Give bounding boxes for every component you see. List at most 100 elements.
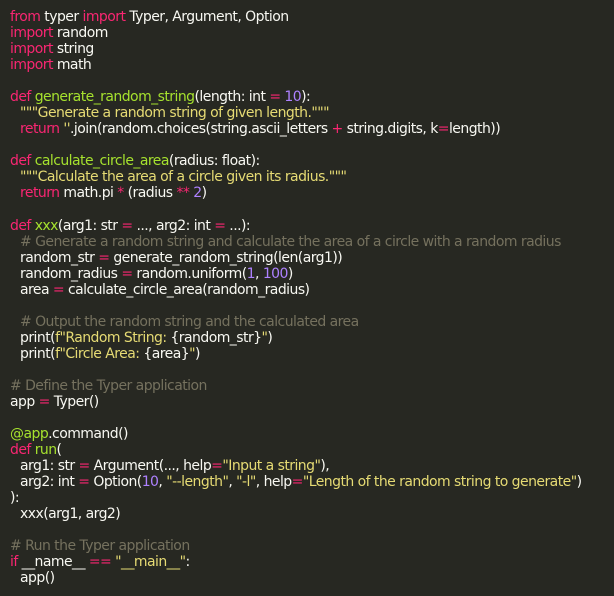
code-token-operator: + bbox=[331, 121, 344, 138]
code-token-text: print( bbox=[20, 345, 56, 362]
code-token-text: math bbox=[52, 57, 92, 73]
code-token-string: "__main__" bbox=[115, 554, 186, 571]
code-token-operator: = bbox=[78, 474, 90, 491]
code-token-text: .join(random.choices(string.ascii_letter… bbox=[70, 121, 332, 138]
code-token-text: , help bbox=[255, 474, 292, 491]
code-token-keyword: def bbox=[10, 153, 31, 170]
code-line: arg1: str = Argument(..., help="Input a … bbox=[10, 458, 614, 474]
code-token-decorator: @app bbox=[10, 426, 49, 443]
code-line: # Run the Typer application bbox=[10, 538, 614, 554]
code-token-text: area bbox=[20, 281, 53, 298]
code-token-text: app() bbox=[20, 570, 55, 587]
code-token-text: typer bbox=[40, 9, 83, 25]
code-token-text: ..., arg2: int bbox=[132, 217, 215, 234]
code-token-function-name: calculate_circle_area bbox=[34, 153, 170, 170]
code-token-number: 100 bbox=[262, 265, 289, 282]
code-line: # Generate a random string and calculate… bbox=[10, 234, 614, 250]
code-line: ): bbox=[10, 490, 614, 506]
code-line: import math bbox=[10, 57, 614, 73]
code-line: arg2: int = Option(10, "--length", "-l",… bbox=[10, 474, 614, 490]
code-token-text: ) bbox=[267, 329, 273, 346]
code-token-operator: = bbox=[291, 474, 304, 491]
code-token-operator: = bbox=[214, 217, 226, 234]
code-token-text: print( bbox=[20, 329, 56, 346]
code-line: from typer import Typer, Argument, Optio… bbox=[10, 9, 614, 25]
code-token-text: : bbox=[185, 554, 190, 571]
code-token-text: Option( bbox=[89, 474, 142, 491]
code-token-keyword: def bbox=[10, 89, 31, 106]
code-line: import string bbox=[10, 41, 614, 57]
code-token-comment: # Generate a random string and calculate… bbox=[20, 233, 561, 250]
code-line: random_str = generate_random_string(len(… bbox=[10, 250, 614, 266]
code-token-keyword: return bbox=[20, 121, 60, 138]
code-token-text: ( bbox=[56, 442, 62, 459]
code-line: app = Typer() bbox=[10, 394, 614, 410]
code-line: import random bbox=[10, 25, 614, 41]
code-token-operator: = bbox=[269, 89, 281, 106]
code-token-number: 10 bbox=[284, 89, 302, 106]
code-token-operator: = bbox=[211, 458, 223, 475]
code-token-operator: = bbox=[121, 265, 133, 282]
code-token-text: (radius: float): bbox=[168, 153, 260, 170]
code-token-number: 10 bbox=[141, 474, 159, 491]
code-line: # Output the random string and the calcu… bbox=[10, 314, 614, 330]
code-line: def run( bbox=[10, 442, 614, 458]
code-token-text: random.uniform( bbox=[132, 265, 247, 282]
code-token-text: arg1: str bbox=[20, 458, 79, 475]
code-token-text: random_radius bbox=[20, 265, 122, 282]
code-token-number: 2 bbox=[193, 185, 202, 202]
code-token-text: arg2: int bbox=[20, 474, 79, 491]
code-token-text: random bbox=[52, 25, 109, 41]
code-token-text: ) bbox=[201, 185, 207, 202]
code-token-text: length)) bbox=[448, 121, 501, 138]
code-token-text: {random_str} bbox=[170, 329, 262, 346]
code-token-text: ): bbox=[301, 89, 311, 106]
code-token-text: {area} bbox=[143, 345, 190, 362]
code-token-text: .command() bbox=[48, 426, 128, 443]
code-token-keyword: import bbox=[10, 25, 53, 41]
code-token-operator: = bbox=[437, 121, 450, 138]
code-token-text: xxx(arg1, arg2) bbox=[20, 506, 121, 523]
code-token-text: ): bbox=[10, 490, 20, 507]
code-line: print(f"Circle Area: {area}") bbox=[10, 346, 614, 362]
code-token-string: f"Random String: bbox=[55, 329, 171, 346]
code-token-text: ) bbox=[576, 474, 582, 491]
code-token-comment: # Define the Typer application bbox=[10, 377, 207, 394]
code-token-text: ), bbox=[320, 458, 330, 475]
code-token-text: calculate_circle_area(random_radius) bbox=[64, 281, 310, 298]
code-token-keyword: if bbox=[10, 554, 18, 571]
code-token-string: "--length" bbox=[166, 474, 229, 491]
code-token-string: "Input a string" bbox=[222, 458, 321, 475]
code-token-comment: # Output the random string and the calcu… bbox=[20, 313, 359, 330]
code-line: xxx(arg1, arg2) bbox=[10, 506, 614, 522]
code-line: return ''.join(random.choices(string.asc… bbox=[10, 121, 614, 137]
code-line: # Define the Typer application bbox=[10, 378, 614, 394]
code-token-comment: # Run the Typer application bbox=[10, 538, 190, 555]
code-token-string: """Calculate the area of a circle given … bbox=[20, 169, 347, 186]
code-token-string: "Length of the random string to generate… bbox=[302, 474, 577, 491]
code-token-text: , bbox=[228, 474, 237, 491]
code-line: area = calculate_circle_area(random_radi… bbox=[10, 282, 614, 298]
code-token-text: Typer() bbox=[49, 393, 100, 410]
code-token-text: Argument(..., help bbox=[89, 458, 212, 475]
code-token-text: ) bbox=[194, 345, 200, 362]
code-line: def generate_random_string(length: int =… bbox=[10, 89, 614, 105]
code-token-function-name: xxx bbox=[34, 217, 59, 234]
code-line: @app.command() bbox=[10, 426, 614, 442]
code-token-keyword: def bbox=[10, 442, 31, 459]
code-token-string: f"Circle Area: bbox=[55, 345, 144, 362]
code-line: if __name__ == "__main__": bbox=[10, 554, 614, 570]
code-token-operator: = bbox=[98, 249, 110, 266]
code-token-text: (arg1: str bbox=[57, 217, 122, 234]
code-editor[interactable]: from typer import Typer, Argument, Optio… bbox=[0, 0, 614, 596]
code-line: """Generate a random string of given len… bbox=[10, 105, 614, 121]
code-token-number: 1 bbox=[246, 265, 256, 282]
code-token-text: random_str bbox=[20, 249, 99, 266]
code-token-text: Typer, Argument, Option bbox=[125, 9, 289, 25]
code-token-keyword: import bbox=[82, 9, 126, 25]
